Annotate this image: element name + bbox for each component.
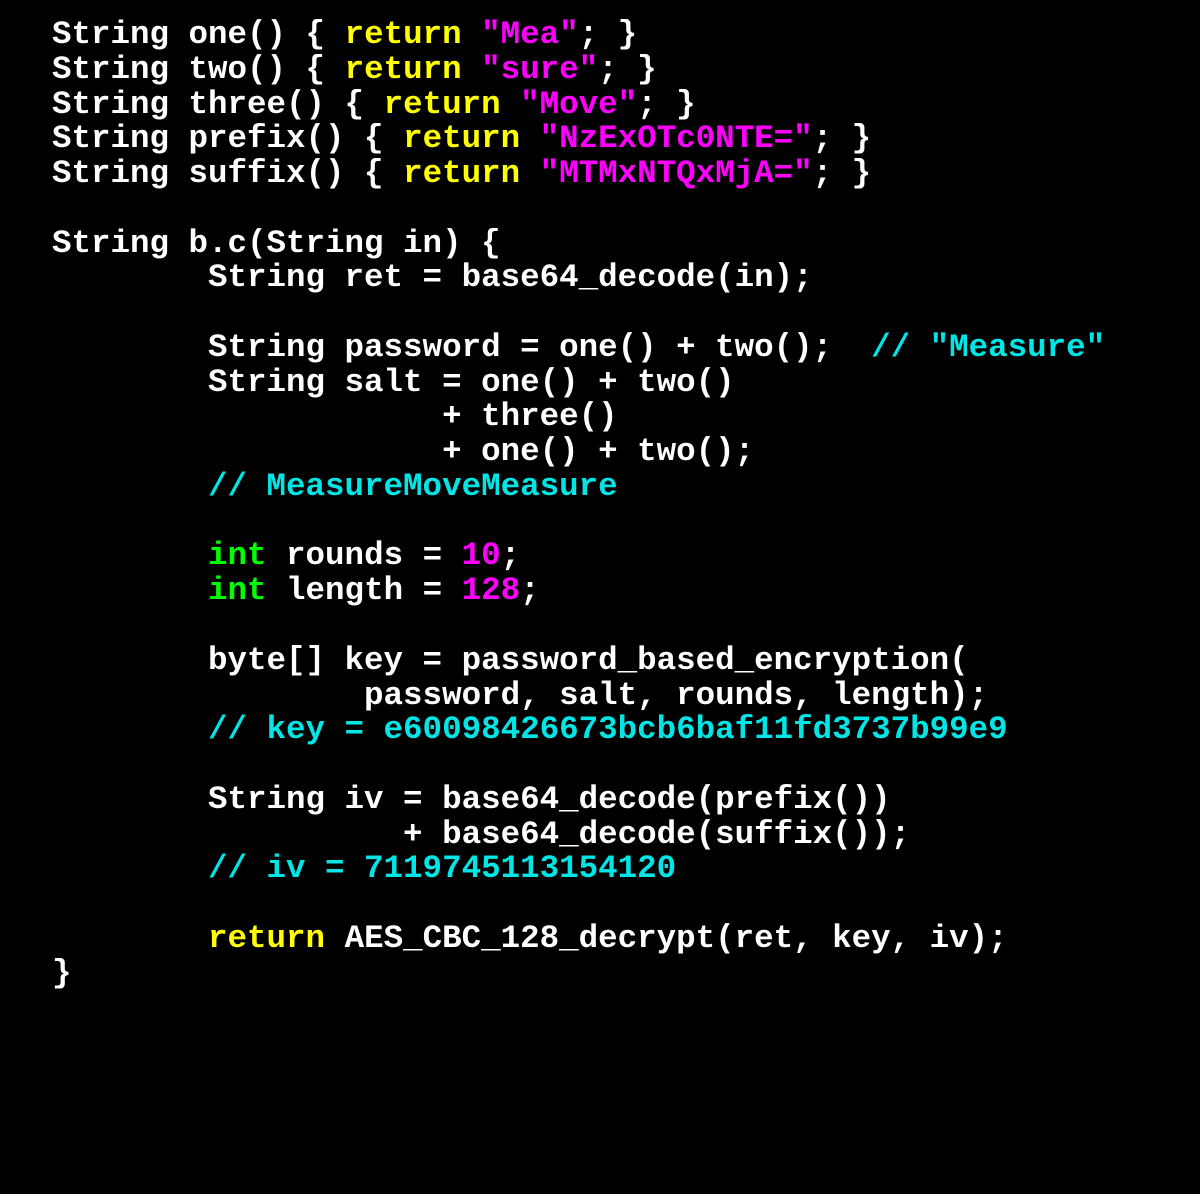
line-iv-2: + base64_decode(suffix()); bbox=[52, 816, 910, 853]
line-length: int length = 128; bbox=[52, 572, 540, 609]
line-salt-1: String salt = one() + two() bbox=[52, 364, 735, 401]
line-fn-one: String one() { return "Mea"; } bbox=[52, 16, 637, 53]
line-rounds: int rounds = 10; bbox=[52, 537, 520, 574]
comment-salt: // MeasureMoveMeasure bbox=[52, 468, 618, 505]
line-salt-3: + one() + two(); bbox=[52, 433, 754, 470]
line-fn-suffix: String suffix() { return "MTMxNTQxMjA=";… bbox=[52, 155, 871, 192]
line-iv-1: String iv = base64_decode(prefix()) bbox=[52, 781, 891, 818]
line-fn-three: String three() { return "Move"; } bbox=[52, 86, 696, 123]
line-key-2: password, salt, rounds, length); bbox=[52, 677, 988, 714]
line-fn-two: String two() { return "sure"; } bbox=[52, 51, 657, 88]
line-bc-sig: String b.c(String in) { bbox=[52, 225, 501, 262]
line-password: String password = one() + two(); // "Mea… bbox=[52, 329, 1105, 366]
line-salt-2: + three() bbox=[52, 398, 618, 435]
line-key-1: byte[] key = password_based_encryption( bbox=[52, 642, 969, 679]
code-block: String one() { return "Mea"; } String tw… bbox=[0, 0, 1200, 991]
line-return: return AES_CBC_128_decrypt(ret, key, iv)… bbox=[52, 920, 1008, 957]
line-fn-prefix: String prefix() { return "NzExOTc0NTE=";… bbox=[52, 120, 871, 157]
line-ret: String ret = base64_decode(in); bbox=[52, 259, 813, 296]
comment-key: // key = e60098426673bcb6baf11fd3737b99e… bbox=[52, 711, 1008, 748]
comment-iv: // iv = 7119745113154120 bbox=[52, 850, 676, 887]
line-close: } bbox=[52, 955, 72, 992]
